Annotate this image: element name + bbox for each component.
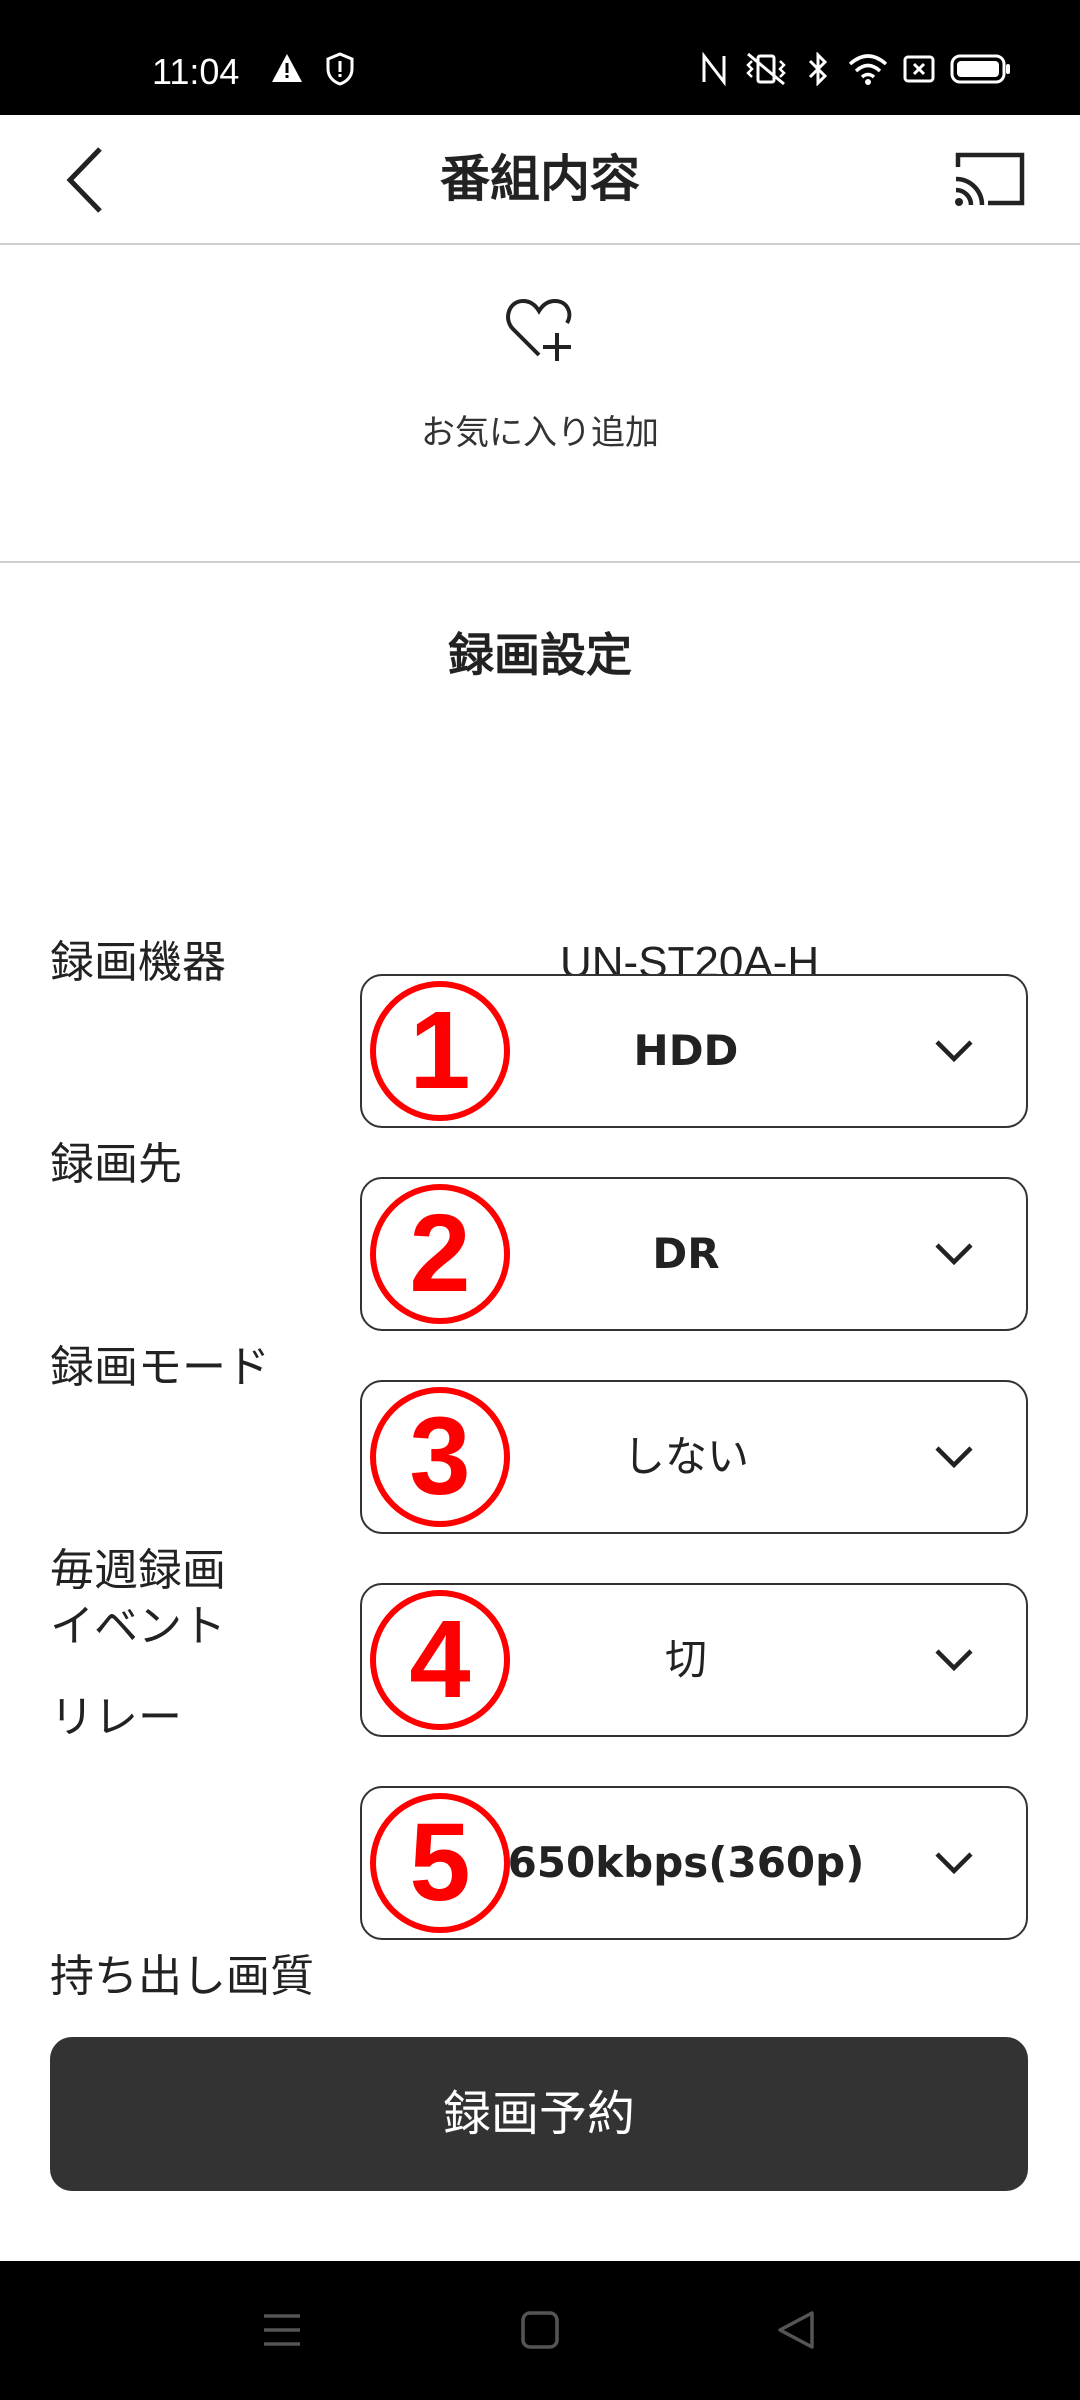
- chevron-down-icon: [935, 1649, 973, 1672]
- warning-icon: [270, 52, 304, 88]
- vibrate-icon: [742, 52, 790, 90]
- phone-screen: 11:04 番組内容 お気に入り追加 録画設定 録画機器 UN-ST20A-H …: [0, 0, 1080, 2400]
- status-bar: 11:04: [0, 0, 1080, 115]
- chevron-down-icon: [935, 1446, 973, 1469]
- recording-mode-label: 録画モード: [50, 1342, 270, 1393]
- marker-5: 5: [370, 1793, 510, 1933]
- page-title: 番組内容: [440, 150, 640, 208]
- battery-icon: [950, 52, 1012, 90]
- chevron-left-icon: [66, 147, 102, 213]
- event-relay-label-line1: イベント: [50, 1601, 226, 1652]
- record-reservation-button[interactable]: 録画予約: [50, 2037, 1028, 2191]
- nfc-icon: [700, 51, 728, 90]
- status-time: 11:04: [152, 51, 240, 92]
- favorite-add-button[interactable]: [0, 245, 1080, 563]
- marker-3: 3: [370, 1387, 510, 1527]
- shield-icon: [325, 52, 355, 90]
- back-button[interactable]: [56, 145, 126, 215]
- cast-icon: [955, 152, 1025, 206]
- recording-destination-label: 録画先: [50, 1139, 182, 1190]
- header: 番組内容: [0, 115, 1080, 245]
- back-triangle-icon[interactable]: [776, 2310, 816, 2354]
- marker-2: 2: [370, 1184, 510, 1324]
- heart-plus-icon: [505, 295, 577, 365]
- chevron-down-icon: [935, 1243, 973, 1266]
- chevron-down-icon: [935, 1852, 973, 1875]
- takeout-quality-label: 持ち出し画質: [50, 1951, 314, 2002]
- wifi-icon: [848, 52, 888, 90]
- navigation-bar: [0, 2262, 1080, 2400]
- home-icon[interactable]: [520, 2310, 560, 2354]
- bluetooth-icon: [805, 51, 831, 90]
- marker-4: 4: [370, 1590, 510, 1730]
- chevron-down-icon: [935, 1040, 973, 1063]
- event-relay-label-line2: リレー: [50, 1692, 182, 1743]
- marker-1: 1: [370, 981, 510, 1121]
- cast-button[interactable]: [952, 149, 1028, 213]
- weekly-recording-label: 毎週録画: [50, 1545, 226, 1596]
- favorite-add-label: お気に入り追加: [421, 413, 659, 453]
- menu-icon[interactable]: [262, 2310, 302, 2354]
- recording-settings-title: 録画設定: [448, 628, 632, 682]
- recording-device-label: 録画機器: [50, 937, 226, 988]
- app-content: 番組内容 お気に入り追加 録画設定 録画機器 UN-ST20A-H 録画先 HD…: [0, 115, 1080, 2261]
- sim-x-icon: [902, 52, 936, 90]
